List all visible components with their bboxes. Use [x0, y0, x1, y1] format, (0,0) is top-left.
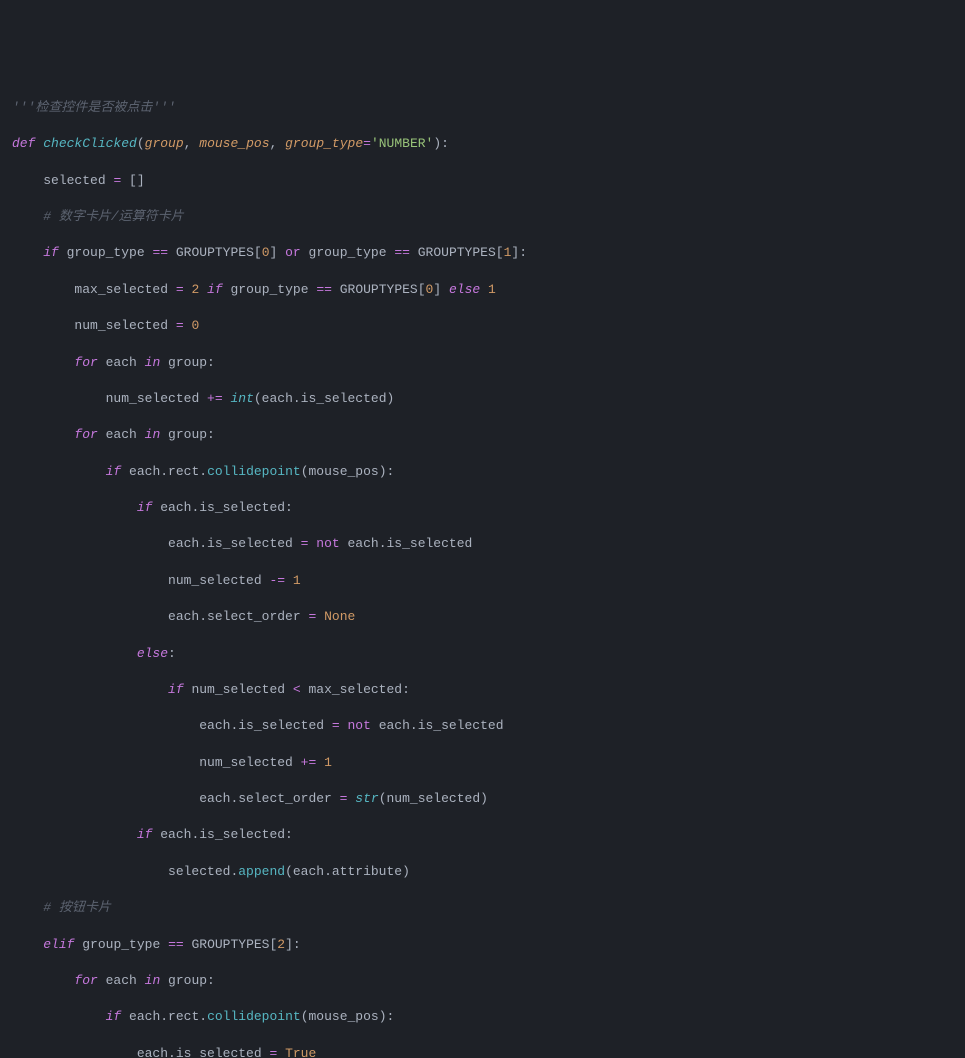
code-line: selected = []	[12, 172, 953, 190]
code-line: each.is_selected = True	[12, 1045, 953, 1058]
code-line: # 按钮卡片	[12, 899, 953, 917]
code-line: selected.append(each.attribute)	[12, 863, 953, 881]
code-line: num_selected += 1	[12, 754, 953, 772]
code-line: elif group_type == GROUPTYPES[2]:	[12, 936, 953, 954]
code-line: if group_type == GROUPTYPES[0] or group_…	[12, 244, 953, 262]
code-line: num_selected = 0	[12, 317, 953, 335]
code-line: # 数字卡片/运算符卡片	[12, 208, 953, 226]
code-line: def checkClicked(group, mouse_pos, group…	[12, 135, 953, 153]
code-line: '''检查控件是否被点击'''	[12, 99, 953, 117]
code-line: each.is_selected = not each.is_selected	[12, 535, 953, 553]
code-line: for each in group:	[12, 426, 953, 444]
code-line: num_selected -= 1	[12, 572, 953, 590]
code-line: if each.rect.collidepoint(mouse_pos):	[12, 1008, 953, 1026]
code-editor[interactable]: '''检查控件是否被点击''' def checkClicked(group, …	[12, 81, 953, 1058]
code-line: if each.is_selected:	[12, 826, 953, 844]
code-line: each.select_order = None	[12, 608, 953, 626]
code-line: for each in group:	[12, 354, 953, 372]
code-line: if each.is_selected:	[12, 499, 953, 517]
code-line: for each in group:	[12, 972, 953, 990]
code-line: if each.rect.collidepoint(mouse_pos):	[12, 463, 953, 481]
code-line: each.select_order = str(num_selected)	[12, 790, 953, 808]
code-line: else:	[12, 645, 953, 663]
code-line: num_selected += int(each.is_selected)	[12, 390, 953, 408]
code-line: max_selected = 2 if group_type == GROUPT…	[12, 281, 953, 299]
code-line: if num_selected < max_selected:	[12, 681, 953, 699]
code-line: each.is_selected = not each.is_selected	[12, 717, 953, 735]
